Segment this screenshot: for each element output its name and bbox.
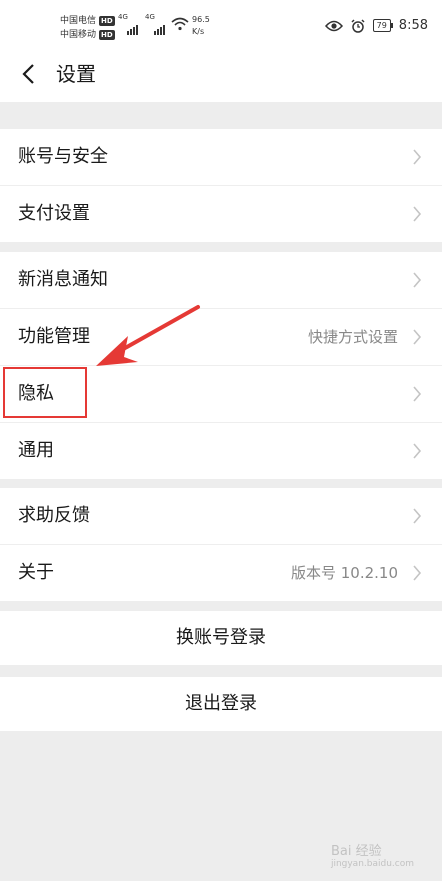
chevron-right-icon — [413, 508, 422, 524]
page-title: 设置 — [56, 62, 96, 86]
settings-item-general[interactable]: 通用 — [0, 423, 442, 479]
chevron-right-icon — [413, 443, 422, 459]
chevron-right-icon — [413, 565, 422, 581]
settings-group-account: 账号与安全 支付设置 — [0, 129, 442, 242]
chevron-right-icon — [413, 329, 422, 345]
settings-item-account-security[interactable]: 账号与安全 — [0, 129, 442, 186]
watermark: Bai 经验 jingyan.baidu.com — [330, 844, 414, 869]
chevron-right-icon — [413, 206, 422, 222]
settings-item-features[interactable]: 功能管理 快捷方式设置 — [0, 309, 442, 366]
signal-icon: 4G — [145, 13, 165, 35]
signal-icon: 4G — [118, 13, 138, 35]
title-bar: 设置 — [0, 46, 442, 102]
settings-item-value: 快捷方式设置 — [307, 328, 398, 346]
chevron-right-icon — [413, 272, 422, 288]
network-speed: 96.5 K/s — [192, 15, 210, 36]
carrier-1: 中国电信 — [60, 16, 97, 26]
hd-badge: HD — [99, 30, 115, 40]
settings-item-label: 通用 — [18, 440, 54, 461]
battery-icon: 79 — [372, 19, 394, 32]
carrier-info: 中国电信 HD 中国移动 HD — [60, 14, 115, 42]
settings-item-notifications[interactable]: 新消息通知 — [0, 252, 442, 309]
logout-button[interactable]: 退出登录 — [0, 677, 442, 731]
carrier-2: 中国移动 — [60, 30, 97, 40]
settings-item-label: 新消息通知 — [18, 269, 108, 290]
settings-item-label: 支付设置 — [18, 203, 90, 224]
settings-item-payment[interactable]: 支付设置 — [0, 186, 442, 242]
settings-item-label: 账号与安全 — [18, 146, 108, 167]
chevron-right-icon — [413, 149, 422, 165]
status-bar: 中国电信 HD 中国移动 HD 4G 4G 96.5 K/s 79 8:58 — [0, 0, 442, 46]
settings-group-general: 新消息通知 功能管理 快捷方式设置 隐私 通用 — [0, 252, 442, 479]
settings-item-label: 功能管理 — [18, 326, 90, 347]
hd-badge: HD — [99, 16, 115, 26]
switch-account-button[interactable]: 换账号登录 — [0, 611, 442, 665]
settings-item-label: 求助反馈 — [18, 505, 90, 526]
annotation-highlight-box — [3, 367, 87, 418]
chevron-left-icon[interactable] — [18, 62, 42, 86]
settings-item-label: 关于 — [18, 562, 54, 583]
settings-item-about[interactable]: 关于 版本号 10.2.10 — [0, 545, 442, 601]
wifi-icon — [171, 17, 189, 31]
clock: 8:58 — [398, 18, 428, 33]
chevron-right-icon — [413, 386, 422, 402]
settings-item-feedback[interactable]: 求助反馈 — [0, 488, 442, 545]
eye-icon — [324, 20, 343, 31]
alarm-icon — [351, 18, 365, 33]
settings-group-help: 求助反馈 关于 版本号 10.2.10 — [0, 488, 442, 601]
version-text: 版本号 10.2.10 — [290, 564, 398, 582]
